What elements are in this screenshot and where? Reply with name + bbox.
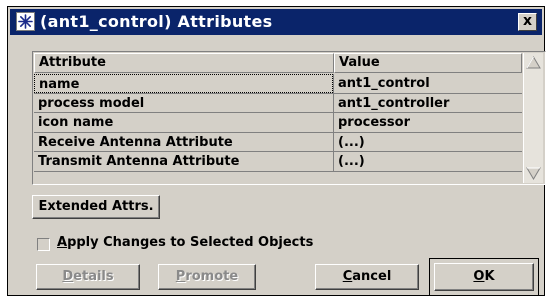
details-mnemonic: D <box>62 269 74 284</box>
column-header-attribute[interactable]: Attribute <box>34 53 334 73</box>
value-cell[interactable]: ant1_controller <box>334 94 522 113</box>
apply-changes-checkbox[interactable] <box>37 238 50 251</box>
table-header: Attribute Value <box>34 53 522 73</box>
promote-button[interactable]: Promote <box>158 264 256 290</box>
cancel-mnemonic: C <box>342 269 353 284</box>
attribute-cell[interactable]: Transmit Antenna Attribute <box>34 152 334 171</box>
close-button[interactable]: x <box>518 13 537 31</box>
ok-button[interactable]: OK <box>434 263 534 291</box>
ok-mnemonic: O <box>473 269 485 284</box>
promote-text: romote <box>185 269 239 284</box>
apply-changes-text: pply Changes to Selected Objects <box>67 235 314 250</box>
details-text: etails <box>73 269 114 284</box>
row-divider <box>34 170 522 172</box>
vertical-scrollbar[interactable] <box>523 53 543 183</box>
apply-changes-mnemonic: A <box>57 235 68 250</box>
cancel-text: ancel <box>352 269 392 284</box>
column-header-value[interactable]: Value <box>334 53 522 73</box>
cancel-button[interactable]: Cancel <box>315 264 419 290</box>
table-row[interactable]: Receive Antenna Attribute (...) <box>34 132 522 152</box>
value-cell[interactable]: processor <box>334 113 522 132</box>
table-row[interactable]: icon name processor <box>34 113 522 133</box>
table-row[interactable]: Transmit Antenna Attribute (...) <box>34 152 522 172</box>
table-row[interactable]: name ant1_control <box>34 74 522 94</box>
triangle-up-icon[interactable] <box>525 54 542 71</box>
attribute-cell[interactable]: Receive Antenna Attribute <box>34 133 334 152</box>
value-cell[interactable]: ant1_control <box>334 74 522 93</box>
apply-changes-label[interactable]: Apply Changes to Selected Objects <box>57 235 313 250</box>
attribute-cell[interactable]: icon name <box>34 113 334 132</box>
asterisk-star-icon <box>16 12 35 31</box>
table-rows: name ant1_control process model ant1_con… <box>34 74 522 172</box>
attribute-cell[interactable]: process model <box>34 94 334 113</box>
table-row[interactable]: process model ant1_controller <box>34 93 522 113</box>
value-cell[interactable]: (...) <box>334 152 522 171</box>
title-bar[interactable]: (ant1_control) Attributes x <box>10 9 542 35</box>
attributes-table: Attribute Value name ant1_control proces… <box>32 51 546 185</box>
promote-mnemonic: P <box>175 269 186 284</box>
details-button[interactable]: Details <box>36 264 140 290</box>
extended-attrs-button[interactable]: Extended Attrs. <box>32 195 160 219</box>
attribute-cell[interactable]: name <box>34 74 333 93</box>
window-title: (ant1_control) Attributes <box>40 12 273 31</box>
attributes-dialog: (ant1_control) Attributes x Attribute Va… <box>7 6 546 296</box>
triangle-down-icon[interactable] <box>525 165 542 182</box>
ok-text: K <box>484 269 495 284</box>
value-cell[interactable]: (...) <box>334 133 522 152</box>
